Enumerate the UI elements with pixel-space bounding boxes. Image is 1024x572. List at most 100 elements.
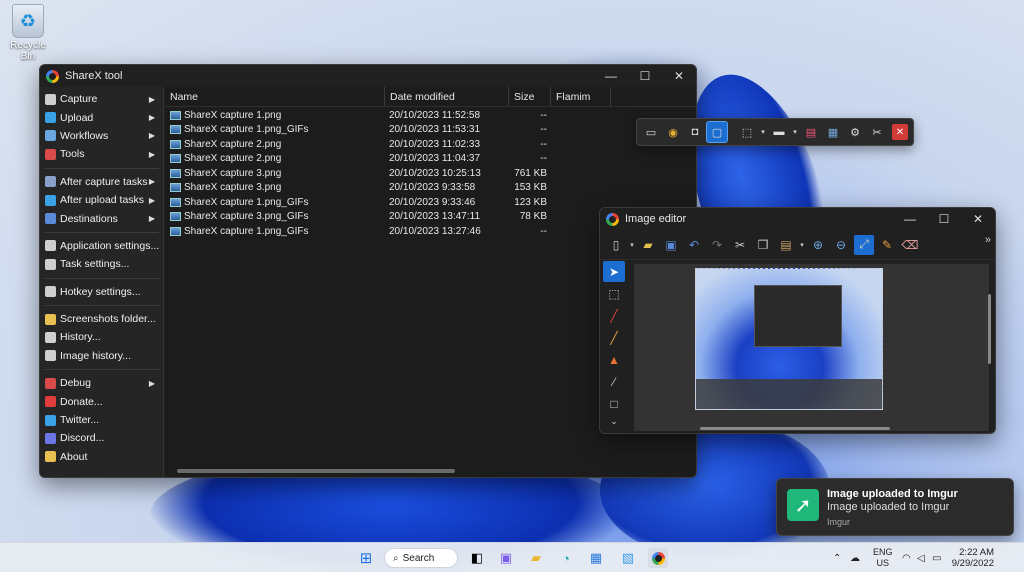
- maximize-button[interactable]: ☐: [628, 65, 662, 87]
- eyedropper-icon[interactable]: ⁄: [603, 371, 625, 392]
- menu-item-label: Task settings...: [60, 258, 130, 271]
- menu-item-twitter[interactable]: Twitter...: [40, 411, 163, 429]
- image-icon[interactable]: ▦: [823, 122, 843, 142]
- shapes-icon[interactable]: ▲: [603, 349, 625, 370]
- menu-item-history[interactable]: History...: [40, 328, 163, 346]
- language-indicator[interactable]: ENG US: [873, 547, 893, 569]
- close-button[interactable]: ✕: [662, 65, 696, 87]
- scissors-tools-icon[interactable]: ✂: [867, 122, 887, 142]
- file-row[interactable]: ShareX capture 1.png_GIFs 20/10/2023 11:5…: [165, 123, 696, 138]
- recycle-bin[interactable]: Recycle Bin: [4, 4, 52, 62]
- menu-item-about[interactable]: About: [40, 448, 163, 466]
- chevron-up-icon[interactable]: ⌃: [833, 543, 841, 572]
- undo-icon[interactable]: ↶: [684, 235, 704, 255]
- editor-titlebar[interactable]: Image editor — ☐ ✕: [600, 208, 995, 230]
- workflow-icon: [45, 130, 56, 142]
- sharex-taskbar-icon[interactable]: [648, 548, 668, 568]
- chrome-icon[interactable]: ◉: [663, 122, 683, 142]
- menu-item-donate[interactable]: Donate...: [40, 392, 163, 410]
- menu-item-after-upload-tasks[interactable]: After upload tasks ▶: [40, 191, 163, 209]
- menu-item-image-history[interactable]: Image history...: [40, 347, 163, 365]
- editor-canvas[interactable]: [634, 264, 989, 431]
- screenshot-preview[interactable]: [695, 268, 883, 410]
- start-windows-icon[interactable]: ⊞: [356, 548, 376, 568]
- column-name[interactable]: Name: [165, 86, 385, 107]
- chevron-down-icon[interactable]: ⌄: [603, 415, 625, 427]
- menu-item-capture[interactable]: Capture ▶: [40, 90, 163, 108]
- chevron-down-icon[interactable]: ▾: [791, 122, 799, 142]
- horizontal-scrollbar[interactable]: [177, 469, 455, 473]
- column-size[interactable]: Size: [509, 86, 551, 107]
- upload-notification[interactable]: ➚ Image uploaded to Imgur Image uploaded…: [776, 478, 1014, 536]
- open-folder-icon[interactable]: ▰: [638, 235, 658, 255]
- file-row[interactable]: ShareX capture 1.png 20/10/2023 11:52:58 -…: [165, 108, 696, 123]
- sharex-titlebar[interactable]: ShareX tool — ☐ ✕: [40, 65, 696, 87]
- monitor-icon[interactable]: ▬: [769, 122, 789, 142]
- volume-icon[interactable]: ◁: [917, 543, 925, 572]
- file-size: 153 KB: [514, 182, 547, 194]
- store-icon[interactable]: ▦: [586, 548, 606, 568]
- battery-icon[interactable]: ▭: [932, 543, 941, 572]
- new-file-icon[interactable]: ▯: [606, 235, 626, 255]
- file-explorer-icon[interactable]: ▰: [526, 548, 546, 568]
- menu-item-debug[interactable]: Debug ▶: [40, 374, 163, 392]
- redo-icon[interactable]: ↷: [707, 235, 727, 255]
- chevron-down-icon[interactable]: ▾: [799, 235, 805, 255]
- zoom-in-icon[interactable]: ⊕: [808, 235, 828, 255]
- menu-item-destinations[interactable]: Destinations ▶: [40, 209, 163, 227]
- menu-item-discord[interactable]: Discord...: [40, 429, 163, 447]
- save-icon[interactable]: ▣: [661, 235, 681, 255]
- vertical-scrollbar[interactable]: [988, 294, 991, 364]
- eraser-icon[interactable]: ⌫: [900, 235, 920, 255]
- more-tools-button[interactable]: »: [985, 234, 991, 246]
- highlighter-icon[interactable]: ╱: [603, 327, 625, 348]
- chevron-down-icon[interactable]: ▾: [629, 235, 635, 255]
- rectangle-select-icon[interactable]: ⬚: [603, 283, 625, 304]
- chat-icon[interactable]: ▣: [496, 548, 516, 568]
- column-flamim[interactable]: Flamim: [551, 86, 611, 107]
- gear-icon[interactable]: ⚙: [845, 122, 865, 142]
- menu-item-workflows[interactable]: Workflows ▶: [40, 127, 163, 145]
- file-row[interactable]: ShareX capture 3.png 20/10/2023 9:33:58 15…: [165, 181, 696, 196]
- camera-icon[interactable]: ◘: [685, 122, 705, 142]
- maximize-button[interactable]: ☐: [927, 208, 961, 230]
- file-row[interactable]: ShareX capture 2.png 20/10/2023 11:04:37 -…: [165, 152, 696, 167]
- taskbar-search[interactable]: ⌕ Search: [384, 548, 458, 568]
- menu-item-task-settings[interactable]: Task settings...: [40, 255, 163, 273]
- chevron-down-icon[interactable]: ▾: [759, 122, 767, 142]
- menu-item-hotkey-settings[interactable]: Hotkey settings...: [40, 283, 163, 301]
- close-button[interactable]: ✕: [961, 208, 995, 230]
- fit-image-icon[interactable]: ⤢: [854, 234, 874, 255]
- window-capture-icon[interactable]: ▭: [641, 122, 661, 142]
- menu-item-screenshots-folder[interactable]: Screenshots folder...: [40, 310, 163, 328]
- dashed-rect-icon[interactable]: ⬚: [737, 122, 757, 142]
- clock[interactable]: 2:22 AM 9/29/2022: [952, 547, 994, 569]
- menu-item-upload[interactable]: Upload ▶: [40, 108, 163, 126]
- close-icon[interactable]: ✕: [892, 124, 908, 140]
- task-view-icon[interactable]: ◧: [467, 548, 487, 568]
- file-row[interactable]: ShareX capture 2.png 20/10/2023 11:02:33 -…: [165, 137, 696, 152]
- pencil-red-icon[interactable]: ╱: [603, 305, 625, 326]
- minimize-button[interactable]: —: [594, 65, 628, 87]
- horizontal-scrollbar[interactable]: [700, 427, 890, 430]
- region-capture-icon[interactable]: ▢: [706, 121, 728, 143]
- zoom-out-icon[interactable]: ⊖: [831, 235, 851, 255]
- pen-icon[interactable]: ✎: [877, 235, 897, 255]
- wifi-icon[interactable]: ◠: [902, 543, 911, 572]
- copy-icon[interactable]: ❐: [753, 235, 773, 255]
- select-arrow-icon[interactable]: ➤: [603, 261, 625, 282]
- screen-color-icon[interactable]: ▤: [801, 122, 821, 142]
- menu-item-application-settings[interactable]: Application settings...: [40, 237, 163, 255]
- file-date: 20/10/2023 11:04:37: [389, 153, 481, 165]
- menu-item-after-capture-tasks[interactable]: After capture tasks ▶: [40, 173, 163, 191]
- snipping-app-icon[interactable]: ▧: [618, 548, 638, 568]
- minimize-button[interactable]: —: [893, 208, 927, 230]
- column-date-modified[interactable]: Date modified: [385, 86, 509, 107]
- cloud-icon[interactable]: ☁: [850, 543, 860, 572]
- menu-item-tools[interactable]: Tools ▶: [40, 145, 163, 163]
- file-row[interactable]: ShareX capture 3.png 20/10/2023 10:25:13 7…: [165, 166, 696, 181]
- cut-icon[interactable]: ✂: [730, 235, 750, 255]
- paste-icon[interactable]: ▤: [776, 235, 796, 255]
- rectangle-icon[interactable]: □: [603, 393, 625, 414]
- edge-icon[interactable]: ◔: [556, 548, 576, 568]
